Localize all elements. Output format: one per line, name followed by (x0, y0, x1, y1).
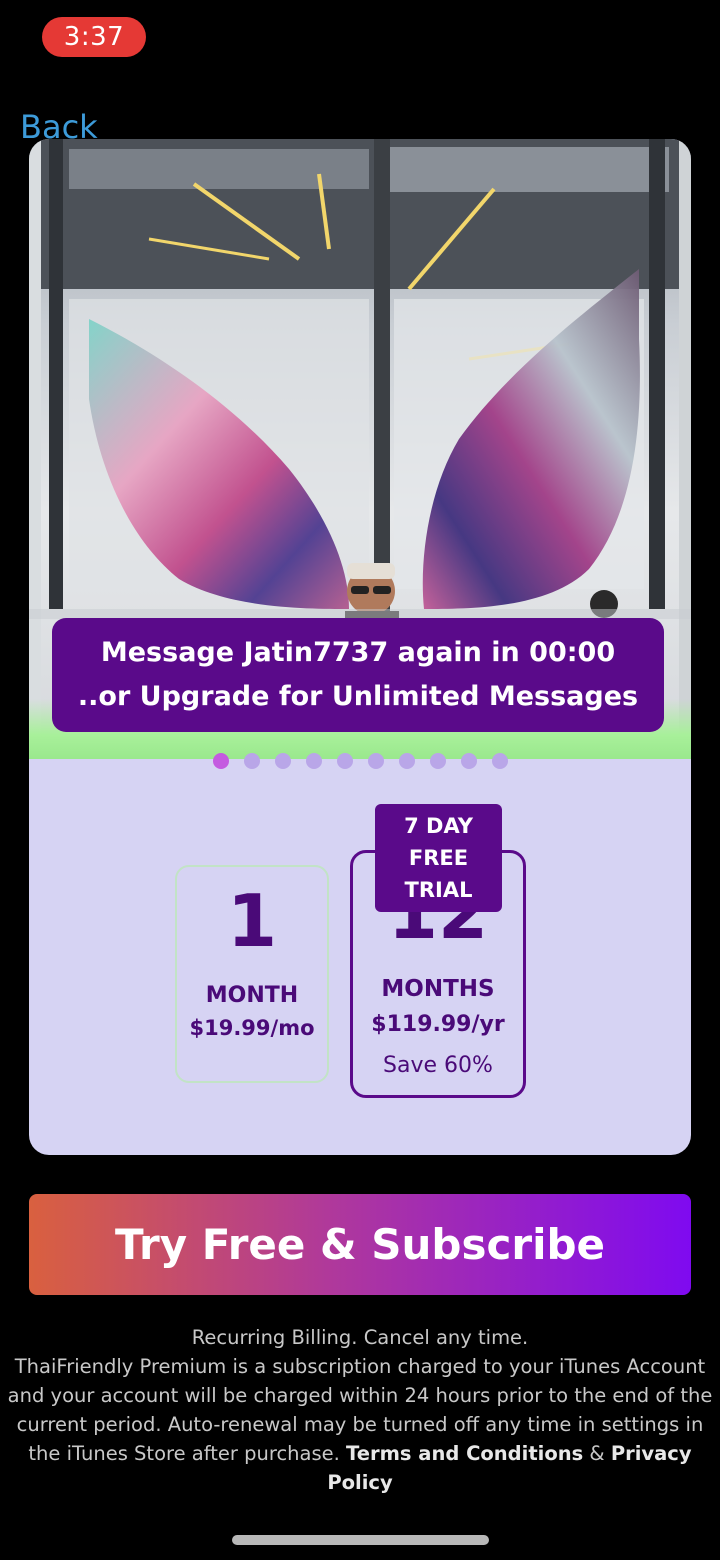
carousel-dot[interactable] (243, 753, 260, 769)
subscription-card: Message Jatin7737 again in 00:00 ..or Up… (29, 139, 691, 1155)
trial-line-1: 7 DAY (404, 814, 473, 838)
plan-price: $119.99/yr (371, 1012, 505, 1037)
free-trial-badge: 7 DAY FREE TRIAL (375, 804, 502, 912)
terms-link[interactable]: Terms and Conditions (346, 1442, 583, 1465)
carousel-dot[interactable] (460, 753, 477, 769)
carousel-dot[interactable] (491, 753, 508, 769)
legal-billing-line: Recurring Billing. Cancel any time. (191, 1326, 529, 1349)
plan-unit: MONTH (205, 983, 299, 1008)
carousel-dot[interactable] (305, 753, 322, 769)
profile-photo[interactable]: Message Jatin7737 again in 00:00 ..or Up… (29, 139, 691, 759)
trial-line-3: TRIAL (404, 878, 473, 902)
plan-savings: Save 60% (383, 1053, 493, 1078)
carousel-dot[interactable] (429, 753, 446, 769)
carousel-dot[interactable] (367, 753, 384, 769)
banner-line-2: ..or Upgrade for Unlimited Messages (77, 681, 639, 712)
home-indicator[interactable] (232, 1535, 489, 1545)
legal-ampersand: & (589, 1442, 605, 1465)
plan-number: 1 (226, 879, 278, 963)
carousel-dot[interactable] (336, 753, 353, 769)
carousel-dots[interactable] (29, 753, 691, 769)
legal-body: ThaiFriendly Premium is a subscription c… (0, 1352, 720, 1497)
trial-line-2: FREE (408, 846, 469, 870)
legal-text: Recurring Billing. Cancel any time. Thai… (0, 1323, 720, 1497)
carousel-dot[interactable] (212, 753, 229, 769)
try-free-subscribe-button[interactable]: Try Free & Subscribe (29, 1194, 691, 1295)
message-cooldown-banner: Message Jatin7737 again in 00:00 ..or Up… (52, 618, 664, 732)
carousel-dot[interactable] (398, 753, 415, 769)
plan-price: $19.99/mo (189, 1016, 315, 1040)
status-time: 3:37 (42, 17, 146, 57)
banner-line-1: Message Jatin7737 again in 00:00 (100, 637, 616, 668)
plan-unit: MONTHS (381, 976, 495, 1002)
carousel-dot[interactable] (274, 753, 291, 769)
plan-1-month[interactable]: 1 MONTH $19.99/mo (175, 865, 329, 1083)
